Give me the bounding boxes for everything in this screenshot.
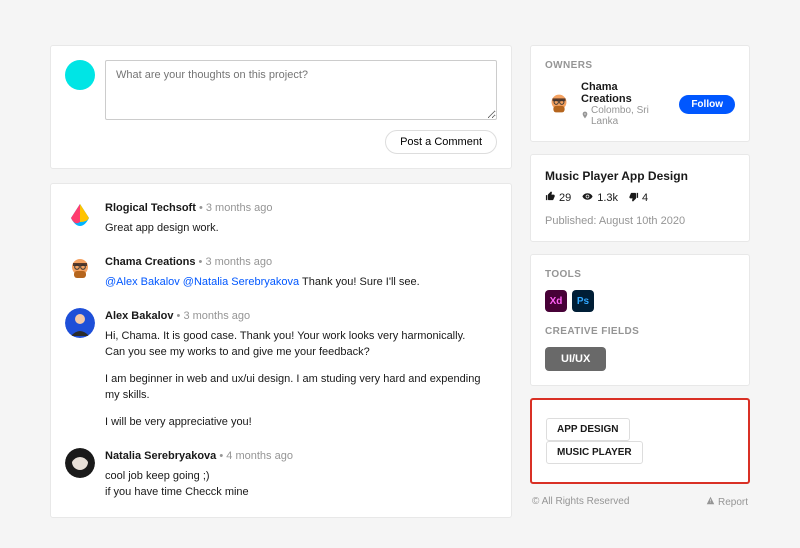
comment-author[interactable]: Natalia Serebryakova xyxy=(105,450,216,462)
views-stat: 1.3k xyxy=(581,191,618,205)
comment-text: Great app design work. xyxy=(105,220,497,237)
comment-author[interactable]: Alex Bakalov xyxy=(105,310,173,322)
tools-label: TOOLS xyxy=(545,269,735,280)
compose-card: Post a Comment xyxy=(50,45,512,169)
comment-time: • 4 months ago xyxy=(219,450,293,462)
comment-item: Rlogical Techsoft • 3 months ago Great a… xyxy=(65,200,497,236)
footer: © All Rights Reserved Report xyxy=(530,496,750,508)
tags-card: APP DESIGN MUSIC PLAYER xyxy=(530,398,750,484)
project-stats-card: Music Player App Design 29 1.3k 4 Publis… xyxy=(530,154,750,242)
thumbs-down-icon xyxy=(628,191,639,205)
commenter-avatar[interactable] xyxy=(65,200,95,230)
owners-card: OWNERS Chama Creations Colombo, Sri Lank… xyxy=(530,45,750,142)
current-user-avatar[interactable] xyxy=(65,60,95,90)
commenter-avatar[interactable] xyxy=(65,448,95,478)
photoshop-icon[interactable]: Ps xyxy=(572,290,594,312)
published-date: Published: August 10th 2020 xyxy=(545,215,735,227)
comment-item: Chama Creations • 3 months ago @Alex Bak… xyxy=(65,254,497,290)
comment-time: • 3 months ago xyxy=(199,256,273,268)
report-link[interactable]: Report xyxy=(706,496,748,508)
comment-author[interactable]: Rlogical Techsoft xyxy=(105,202,196,214)
eye-icon xyxy=(581,191,594,205)
copyright: © All Rights Reserved xyxy=(532,496,629,508)
thumbs-up-icon xyxy=(545,191,556,205)
comment-time: • 3 months ago xyxy=(177,310,251,322)
creative-fields-label: CREATIVE FIELDS xyxy=(545,326,735,337)
owner-avatar[interactable] xyxy=(545,90,573,118)
comment-text: Hi, Chama. It is good case. Thank you! Y… xyxy=(105,328,497,431)
likes-stat: 29 xyxy=(545,191,571,205)
tag-music-player[interactable]: MUSIC PLAYER xyxy=(546,441,643,464)
comment-item: Natalia Serebryakova • 4 months ago cool… xyxy=(65,448,497,501)
follow-button[interactable]: Follow xyxy=(679,95,735,114)
post-comment-button[interactable]: Post a Comment xyxy=(385,130,497,154)
tag-app-design[interactable]: APP DESIGN xyxy=(546,418,630,441)
comment-item: Alex Bakalov • 3 months ago Hi, Chama. I… xyxy=(65,308,497,430)
commenter-avatar[interactable] xyxy=(65,308,95,338)
tools-card: TOOLS Xd Ps CREATIVE FIELDS UI/UX xyxy=(530,254,750,386)
owner-name[interactable]: Chama Creations xyxy=(581,81,671,105)
comments-list: Rlogical Techsoft • 3 months ago Great a… xyxy=(50,183,512,518)
comment-text: cool job keep going ;) if you have time … xyxy=(105,468,497,501)
comment-time: • 3 months ago xyxy=(199,202,273,214)
comment-text: @Alex Bakalov @Natalia Serebryakova Than… xyxy=(105,274,497,291)
location-pin-icon xyxy=(581,111,589,122)
user-mention[interactable]: @Alex Bakalov @Natalia Serebryakova xyxy=(105,276,299,288)
creative-field-tag[interactable]: UI/UX xyxy=(545,347,606,371)
commenter-avatar[interactable] xyxy=(65,254,95,284)
flag-icon xyxy=(706,496,715,508)
owners-label: OWNERS xyxy=(545,60,735,71)
project-title: Music Player App Design xyxy=(545,169,735,183)
comment-input[interactable] xyxy=(105,60,497,120)
adobe-xd-icon[interactable]: Xd xyxy=(545,290,567,312)
comment-author[interactable]: Chama Creations xyxy=(105,256,195,268)
owner-location[interactable]: Colombo, Sri Lanka xyxy=(581,105,671,127)
downvotes-stat: 4 xyxy=(628,191,648,205)
